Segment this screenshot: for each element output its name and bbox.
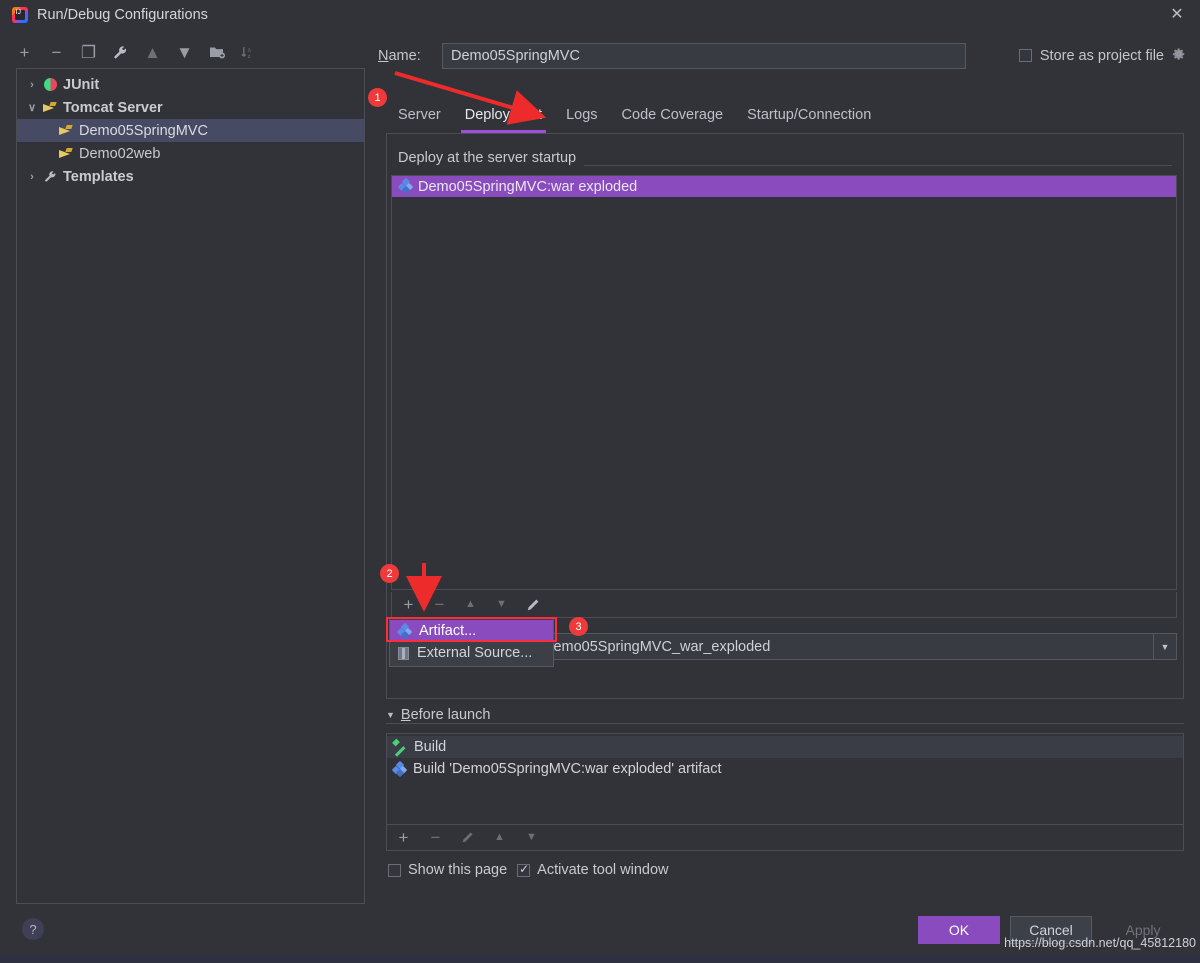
- tomcat-icon: [41, 102, 59, 113]
- before-launch-title: Before launch: [401, 707, 490, 723]
- ok-button[interactable]: OK: [918, 916, 1000, 944]
- chevron-right-icon[interactable]: ›: [23, 79, 41, 91]
- edit-task-icon[interactable]: [459, 829, 476, 846]
- before-launch-header[interactable]: ▼ Before launch: [386, 707, 498, 723]
- configuration-tabs: Server Deployment Logs Code Coverage Sta…: [386, 104, 1186, 132]
- junit-icon: [41, 78, 59, 91]
- activate-tool-window-row[interactable]: Activate tool window: [517, 862, 668, 878]
- annotation-badge-1: 1: [368, 88, 387, 107]
- before-launch-item-label: Build: [414, 739, 446, 755]
- show-this-page-row[interactable]: Show this page: [388, 862, 507, 878]
- artifact-icon: [393, 763, 406, 776]
- external-source-icon: [398, 647, 409, 660]
- activate-tool-window-checkbox[interactable]: [517, 864, 530, 877]
- name-label-rest: ame:: [388, 48, 420, 64]
- deploy-at-startup-label: Deploy at the server startup: [398, 150, 584, 166]
- tree-item-label: Templates: [63, 169, 134, 185]
- before-launch-separator: [386, 723, 1184, 724]
- deployment-list[interactable]: Demo05SpringMVC:war exploded: [391, 175, 1177, 590]
- remove-task-icon[interactable]: −: [427, 829, 444, 846]
- build-hammer-icon: [393, 740, 407, 754]
- add-task-icon[interactable]: +: [395, 829, 412, 846]
- add-icon[interactable]: +: [16, 44, 33, 61]
- before-launch-checkboxes: Show this page Activate tool window: [388, 862, 669, 878]
- list-item[interactable]: Build 'Demo05SpringMVC:war exploded' art…: [387, 758, 1183, 780]
- menu-item-label: External Source...: [417, 645, 532, 661]
- tab-logs[interactable]: Logs: [554, 104, 609, 130]
- intellij-idea-icon: [12, 7, 28, 23]
- tree-item-templates[interactable]: › Templates: [17, 165, 364, 188]
- tree-item-demo05springmvc[interactable]: Demo05SpringMVC: [17, 119, 364, 142]
- tab-code-coverage[interactable]: Code Coverage: [610, 104, 736, 130]
- edit-templates-icon[interactable]: [112, 44, 129, 61]
- list-item[interactable]: Demo05SpringMVC:war exploded: [392, 176, 1176, 197]
- run-debug-configurations-dialog: Run/Debug Configurations ✕ + − ❐ ▲ ▼ az …: [0, 0, 1200, 955]
- svg-text:z: z: [248, 54, 251, 60]
- name-input[interactable]: [442, 43, 966, 69]
- tree-item-demo02web[interactable]: Demo02web: [17, 142, 364, 165]
- annotation-badge-3: 3: [569, 617, 588, 636]
- before-launch-list[interactable]: Build Build 'Demo05SpringMVC:war explode…: [386, 733, 1184, 825]
- wrench-icon: [41, 170, 59, 183]
- menu-item-external-source[interactable]: External Source...: [390, 642, 553, 664]
- move-down-icon[interactable]: ▼: [493, 596, 510, 613]
- tree-item-tomcat-server[interactable]: ∨ Tomcat Server: [17, 96, 364, 119]
- dialog-titlebar: Run/Debug Configurations ✕: [0, 0, 1200, 30]
- tree-item-junit[interactable]: › JUnit: [17, 73, 364, 96]
- copy-icon[interactable]: ❐: [80, 44, 97, 61]
- new-folder-icon[interactable]: [208, 44, 225, 61]
- tomcat-icon: [57, 148, 75, 159]
- edit-deployment-icon[interactable]: [524, 596, 541, 613]
- artifact-menu-item-highlight: [386, 617, 557, 642]
- tab-startup-connection[interactable]: Startup/Connection: [735, 104, 883, 130]
- store-as-project-file-label: Store as project file: [1040, 48, 1164, 64]
- application-context-combo[interactable]: Demo05SpringMVC_war_exploded ▼: [534, 633, 1177, 660]
- move-up-icon[interactable]: ▲: [144, 44, 161, 61]
- remove-deployment-icon[interactable]: −: [431, 596, 448, 613]
- move-down-icon[interactable]: ▼: [523, 829, 540, 846]
- move-down-icon[interactable]: ▼: [176, 44, 193, 61]
- help-button[interactable]: ?: [22, 918, 44, 940]
- before-launch-toolbar: + − ▲ ▼: [386, 825, 1184, 851]
- chevron-down-icon[interactable]: ∨: [23, 101, 41, 114]
- tree-item-label: JUnit: [63, 77, 99, 93]
- configurations-toolbar: + − ❐ ▲ ▼ az: [16, 38, 366, 66]
- tab-deployment[interactable]: Deployment: [453, 104, 554, 130]
- gear-icon[interactable]: [1172, 47, 1186, 64]
- before-launch-item-label: Build 'Demo05SpringMVC:war exploded' art…: [413, 761, 722, 777]
- move-up-icon[interactable]: ▲: [491, 829, 508, 846]
- watermark: https://blog.csdn.net/qq_45812180: [1004, 936, 1196, 950]
- tree-item-label: Demo02web: [79, 146, 160, 162]
- artifact-icon: [399, 180, 412, 193]
- move-up-icon[interactable]: ▲: [462, 596, 479, 613]
- collapse-caret-icon[interactable]: ▼: [386, 710, 395, 720]
- show-this-page-label: Show this page: [408, 862, 507, 878]
- tomcat-icon: [57, 125, 75, 136]
- store-as-project-file-checkbox[interactable]: [1019, 49, 1032, 62]
- chevron-down-icon[interactable]: ▼: [1153, 634, 1176, 659]
- dialog-title: Run/Debug Configurations: [37, 7, 208, 23]
- application-context-value: Demo05SpringMVC_war_exploded: [543, 639, 770, 655]
- tree-item-label: Tomcat Server: [63, 100, 163, 116]
- deployment-item-label: Demo05SpringMVC:war exploded: [418, 179, 637, 195]
- name-label: Name:: [378, 48, 421, 64]
- tab-server[interactable]: Server: [386, 104, 453, 130]
- activate-tool-window-label: Activate tool window: [537, 862, 668, 878]
- list-item[interactable]: Build: [387, 736, 1183, 758]
- svg-text:a: a: [248, 47, 252, 53]
- annotation-badge-2: 2: [380, 564, 399, 583]
- close-icon[interactable]: ✕: [1154, 0, 1200, 30]
- configurations-tree[interactable]: › JUnit ∨ Tomcat Server Demo05SpringMVC …: [16, 68, 365, 904]
- add-deployment-icon[interactable]: +: [400, 596, 417, 613]
- deployment-list-toolbar: + − ▲ ▼: [391, 592, 1177, 618]
- sort-alpha-icon[interactable]: az: [240, 44, 257, 61]
- remove-icon[interactable]: −: [48, 44, 65, 61]
- chevron-right-icon[interactable]: ›: [23, 171, 41, 183]
- tree-item-label: Demo05SpringMVC: [79, 123, 208, 139]
- store-as-project-file-row[interactable]: Store as project file: [1019, 47, 1186, 64]
- show-this-page-checkbox[interactable]: [388, 864, 401, 877]
